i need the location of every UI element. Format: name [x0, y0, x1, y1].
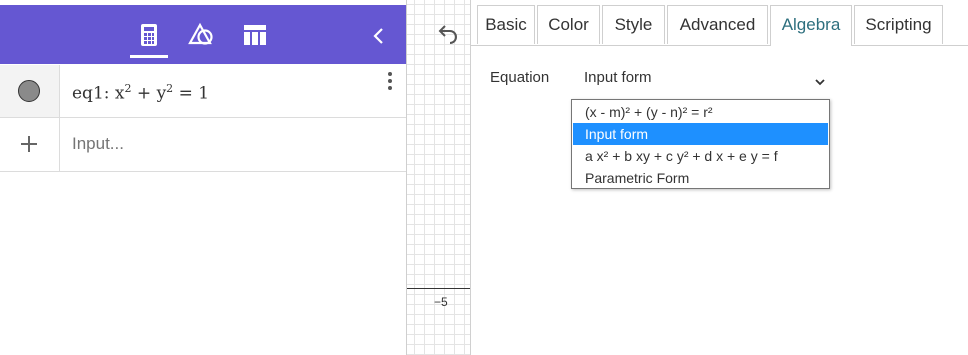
plus-icon[interactable] — [18, 133, 40, 155]
tab-scripting[interactable]: Scripting — [854, 5, 943, 44]
active-view-indicator — [130, 55, 168, 58]
table-view-icon[interactable] — [241, 21, 269, 49]
algebra-panel: eq1: x2 + y2 = 1 — [0, 0, 406, 355]
tab-advanced[interactable]: Advanced — [667, 5, 768, 44]
algebra-input-row — [0, 118, 406, 172]
properties-tabs: Basic Color Style Advanced Algebra Scrip… — [471, 5, 968, 46]
equation-form-dropdown: (x - m)² + (y - n)² = r² Input form a x²… — [571, 99, 830, 189]
eq-x: x — [114, 83, 125, 104]
axis-tick-label: −5 — [434, 295, 448, 309]
tab-basic[interactable]: Basic — [477, 5, 535, 44]
chevron-left-icon[interactable] — [368, 25, 390, 47]
visibility-cell — [0, 65, 60, 117]
properties-panel: Basic Color Style Advanced Algebra Scrip… — [471, 0, 968, 355]
option-input-form[interactable]: Input form — [573, 123, 828, 145]
equation-label: Equation — [490, 69, 550, 86]
eq-y: y — [156, 83, 167, 104]
equation-text[interactable]: eq1: x2 + y2 = 1 — [72, 82, 209, 104]
more-menu-icon[interactable] — [384, 71, 396, 91]
eq-rhs: 1 — [198, 83, 210, 104]
graphics-view[interactable]: −5 — [406, 0, 471, 355]
calculator-icon[interactable] — [135, 21, 163, 49]
eq-y-exponent: 2 — [166, 82, 174, 95]
x-axis-line — [407, 288, 471, 289]
object-name: eq1: — [72, 83, 110, 104]
option-implicit-circle[interactable]: (x - m)² + (y - n)² = r² — [573, 101, 828, 123]
eq-x-exponent: 2 — [124, 82, 132, 95]
tab-algebra[interactable]: Algebra — [770, 5, 852, 46]
eq-plus: + — [136, 83, 152, 104]
algebra-input-field[interactable] — [72, 132, 372, 156]
chevron-down-icon — [814, 72, 826, 86]
equation-form-value: Input form — [584, 69, 652, 86]
visibility-toggle-marble[interactable] — [18, 80, 40, 102]
tab-color[interactable]: Color — [537, 5, 600, 44]
equation-form-select[interactable]: Input form — [584, 66, 834, 90]
input-add-cell — [0, 118, 60, 171]
option-parametric-form[interactable]: Parametric Form — [573, 167, 828, 189]
eq-equals: = — [178, 83, 193, 104]
algebra-row-eq1[interactable]: eq1: x2 + y2 = 1 — [0, 65, 406, 118]
undo-icon[interactable] — [435, 24, 459, 44]
option-expanded-conic[interactable]: a x² + b xy + c y² + d x + e y = f — [573, 145, 828, 167]
algebra-header — [0, 5, 406, 64]
tab-style[interactable]: Style — [602, 5, 665, 44]
geometry-tools-icon[interactable] — [188, 21, 216, 49]
